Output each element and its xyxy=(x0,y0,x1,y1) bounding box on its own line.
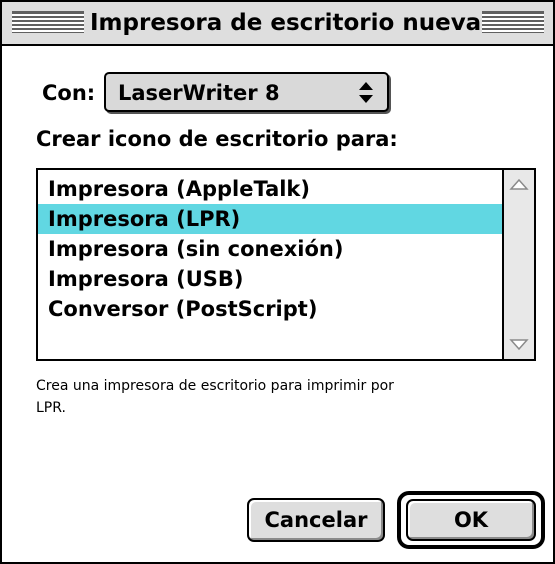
connection-label: Con: xyxy=(42,81,96,105)
up-down-arrows-icon xyxy=(359,82,373,103)
title-bar-stripes-left xyxy=(12,11,84,33)
new-desktop-printer-dialog: Impresora de escritorio nueva Con: Laser… xyxy=(0,0,555,564)
ok-button[interactable]: OK xyxy=(406,499,536,541)
list-item[interactable]: Impresora (LPR) xyxy=(38,204,502,234)
list-item[interactable]: Conversor (PostScript) xyxy=(38,294,502,324)
printer-type-items: Impresora (AppleTalk) Impresora (LPR) Impr… xyxy=(38,174,502,324)
title-bar-stripes-right xyxy=(482,11,544,33)
description-text: Crea una impresora de escritorio para im… xyxy=(36,375,516,419)
title-bar[interactable]: Impresora de escritorio nueva xyxy=(2,2,553,46)
list-item[interactable]: Impresora (sin conexión) xyxy=(38,234,502,264)
list-scrollbar[interactable] xyxy=(502,170,534,359)
connection-popup-value: LaserWriter 8 xyxy=(118,81,280,105)
scroll-up-arrow-icon[interactable] xyxy=(504,170,534,200)
description-line-1: Crea una impresora de escritorio para im… xyxy=(36,378,394,394)
list-heading: Crear icono de escritorio para: xyxy=(36,127,398,151)
connection-popup-menu[interactable]: LaserWriter 8 xyxy=(104,72,389,112)
printer-type-list[interactable]: Impresora (AppleTalk) Impresora (LPR) Impr… xyxy=(36,168,536,361)
default-button-ring: OK xyxy=(397,491,545,549)
window-title: Impresora de escritorio nueva xyxy=(90,10,482,36)
cancel-button[interactable]: Cancelar xyxy=(247,498,385,542)
scroll-down-arrow-icon[interactable] xyxy=(504,329,534,359)
list-item[interactable]: Impresora (USB) xyxy=(38,264,502,294)
list-item[interactable]: Impresora (AppleTalk) xyxy=(38,174,502,204)
description-line-2: LPR. xyxy=(36,400,66,416)
